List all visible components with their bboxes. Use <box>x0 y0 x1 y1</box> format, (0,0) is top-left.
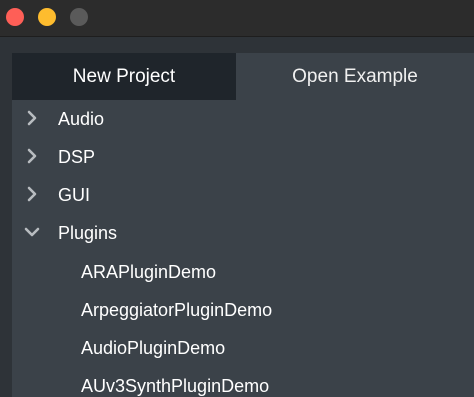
minimize-window-button[interactable] <box>38 8 56 26</box>
tree-item-audio[interactable]: Audio <box>12 100 474 138</box>
tree-item-auv3-synth-plugin-demo[interactable]: AUv3SynthPluginDemo <box>12 367 474 397</box>
tree-item-dsp[interactable]: DSP <box>12 138 474 176</box>
tab-label: Open Example <box>292 66 418 87</box>
tree-item-label: ARAPluginDemo <box>81 262 217 282</box>
chevron-right-icon <box>27 148 37 164</box>
app-window: New Project Open Example Audio DSP GUI P… <box>0 0 474 397</box>
chevron-right-icon <box>27 186 37 202</box>
zoom-window-button[interactable] <box>70 8 88 26</box>
tree-item-plugins[interactable]: Plugins <box>12 214 474 252</box>
chevron-down-icon <box>24 227 40 237</box>
chevron-right-icon <box>27 110 37 126</box>
tab-bar: New Project Open Example <box>12 53 474 100</box>
tab-open-example[interactable]: Open Example <box>236 53 474 100</box>
tree-item-audio-plugin-demo[interactable]: AudioPluginDemo <box>12 329 474 367</box>
tab-new-project[interactable]: New Project <box>12 53 236 100</box>
project-panel: New Project Open Example Audio DSP GUI P… <box>12 53 474 397</box>
tree-item-label: Plugins <box>58 223 118 243</box>
tree-item-label: ArpeggiatorPluginDemo <box>81 300 273 320</box>
tree-item-arpeggiator-plugin-demo[interactable]: ArpeggiatorPluginDemo <box>12 291 474 329</box>
example-tree: Audio DSP GUI Plugins ARAPluginDemo Arpe… <box>12 100 474 397</box>
title-bar <box>0 0 474 37</box>
tree-item-label: AudioPluginDemo <box>81 338 226 358</box>
tree-item-label: Audio <box>58 109 105 129</box>
tree-item-gui[interactable]: GUI <box>12 176 474 214</box>
tree-item-label: DSP <box>58 147 96 167</box>
tree-item-ara-plugin-demo[interactable]: ARAPluginDemo <box>12 253 474 291</box>
tab-label: New Project <box>72 66 176 87</box>
tree-item-label: GUI <box>58 185 91 205</box>
tree-item-label: AUv3SynthPluginDemo <box>81 376 270 396</box>
close-window-button[interactable] <box>6 8 24 26</box>
